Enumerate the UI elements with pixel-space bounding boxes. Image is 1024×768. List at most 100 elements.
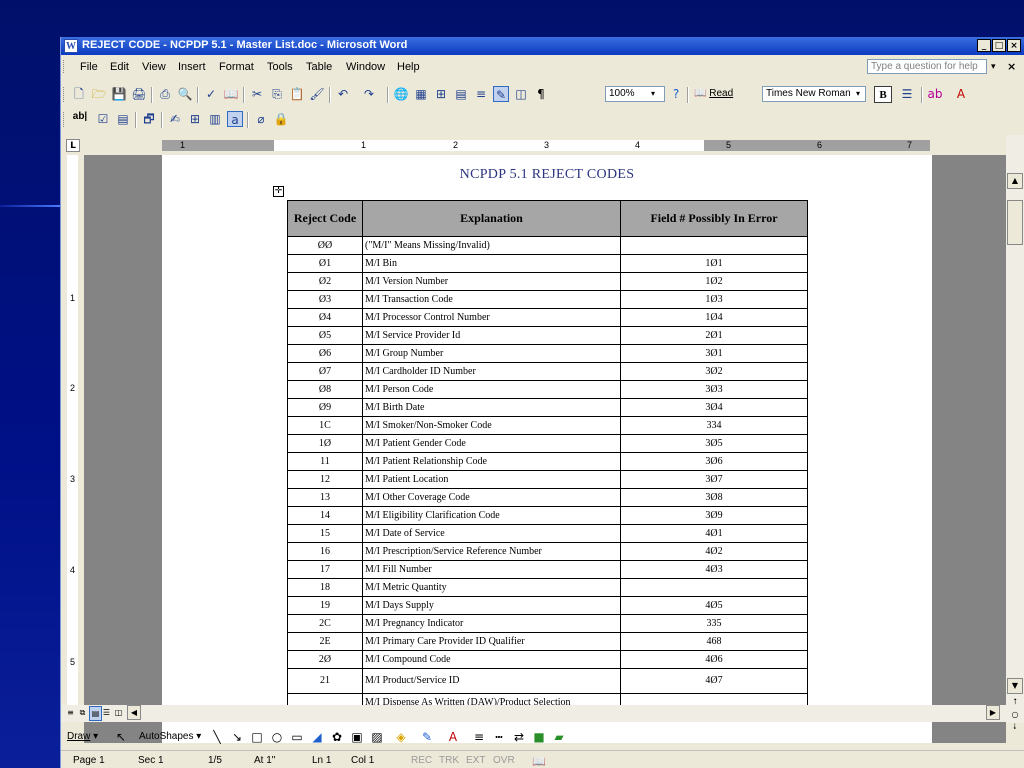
tab-selector[interactable]: L bbox=[66, 139, 80, 152]
explanation-cell[interactable]: M/I Other Coverage Code bbox=[362, 488, 621, 507]
line-style-icon[interactable]: ≡ bbox=[471, 729, 487, 745]
field-number-cell[interactable]: 3Ø8 bbox=[620, 488, 808, 507]
field-number-cell[interactable]: 3Ø9 bbox=[620, 506, 808, 525]
copy-icon[interactable]: ⎘ bbox=[269, 86, 285, 102]
field-number-cell[interactable]: 4Ø7 bbox=[620, 668, 808, 694]
3d-style-icon[interactable]: ▰ bbox=[551, 729, 567, 745]
form-field-options-icon[interactable]: 🗗 bbox=[141, 111, 157, 127]
fill-color-icon[interactable]: ◈ bbox=[393, 729, 409, 745]
draw-font-color-icon[interactable]: A bbox=[445, 729, 461, 745]
hyperlink-icon[interactable]: 🌐 bbox=[393, 86, 409, 102]
rectangle-icon[interactable]: □ bbox=[249, 729, 265, 745]
draw-menu[interactable]: Draw ▾ bbox=[67, 731, 98, 742]
explanation-cell[interactable]: M/I Date of Service bbox=[362, 524, 621, 543]
explanation-cell[interactable]: M/I Patient Location bbox=[362, 470, 621, 489]
font-color-icon[interactable]: A bbox=[953, 86, 969, 102]
field-number-cell[interactable]: 4Ø2 bbox=[620, 542, 808, 561]
highlight-icon[interactable]: ab bbox=[927, 86, 943, 102]
new-document-icon[interactable]: 🗋 bbox=[71, 86, 87, 102]
spelling-icon[interactable]: ✓ bbox=[203, 86, 219, 102]
autoshapes-menu[interactable]: AutoShapes ▾ bbox=[139, 731, 201, 742]
field-number-cell[interactable]: 334 bbox=[620, 416, 808, 435]
previous-page-icon[interactable]: ⭡ bbox=[1008, 697, 1022, 707]
field-number-cell[interactable]: 3Ø2 bbox=[620, 362, 808, 381]
clip-art-icon[interactable]: ▣ bbox=[349, 729, 365, 745]
shadow-style-icon[interactable]: ■ bbox=[531, 729, 547, 745]
explanation-cell[interactable]: M/I Pregnancy Indicator bbox=[362, 614, 621, 633]
scroll-thumb[interactable] bbox=[1007, 200, 1023, 245]
field-number-cell[interactable]: 1Ø1 bbox=[620, 254, 808, 273]
reject-code-cell[interactable]: 14 bbox=[287, 506, 363, 525]
cut-icon[interactable]: ✂ bbox=[249, 86, 265, 102]
checkbox-form-field-icon[interactable]: ☑ bbox=[95, 111, 111, 127]
horizontal-ruler[interactable]: 1 1 2 3 4 5 6 7 bbox=[162, 140, 930, 151]
reject-code-cell[interactable]: 2C bbox=[287, 614, 363, 633]
explanation-cell[interactable]: M/I Processor Control Number bbox=[362, 308, 621, 327]
reject-code-cell[interactable]: Ø5 bbox=[287, 326, 363, 345]
diagram-icon[interactable]: ✿ bbox=[329, 729, 345, 745]
drawing-icon[interactable]: ✎ bbox=[493, 86, 509, 102]
explanation-cell[interactable]: M/I Compound Code bbox=[362, 650, 621, 669]
field-number-cell[interactable]: 2Ø1 bbox=[620, 326, 808, 345]
vertical-ruler[interactable]: 1 2 3 4 5 bbox=[61, 155, 84, 705]
normal-view-icon[interactable]: ≡ bbox=[65, 706, 76, 719]
dash-style-icon[interactable]: ┅ bbox=[491, 729, 507, 745]
explanation-cell[interactable]: M/I Group Number bbox=[362, 344, 621, 363]
menu-file[interactable]: File bbox=[80, 61, 98, 73]
print-preview-icon[interactable]: 🔍 bbox=[177, 86, 193, 102]
undo-icon[interactable]: ↶ bbox=[335, 86, 351, 102]
field-number-cell[interactable]: 3Ø4 bbox=[620, 398, 808, 417]
maximize-button[interactable]: □ bbox=[992, 39, 1006, 52]
scroll-right-icon[interactable]: ▶ bbox=[986, 705, 1000, 720]
dropdown-form-field-icon[interactable]: ▤ bbox=[115, 111, 131, 127]
explanation-cell[interactable]: M/I Service Provider Id bbox=[362, 326, 621, 345]
explanation-cell[interactable]: M/I Product/Service ID bbox=[362, 668, 621, 694]
help-search-input[interactable]: Type a question for help bbox=[867, 59, 987, 74]
reject-code-cell[interactable]: Ø4 bbox=[287, 308, 363, 327]
toolbar-grip[interactable] bbox=[63, 112, 66, 127]
zoom-dropdown-icon[interactable]: ▾ bbox=[651, 89, 655, 98]
bold-button[interactable]: B bbox=[874, 86, 892, 103]
explanation-cell[interactable]: M/I Eligibility Clarification Code bbox=[362, 506, 621, 525]
insert-table-form-icon[interactable]: ⊞ bbox=[187, 111, 203, 127]
field-number-cell[interactable]: 3Ø6 bbox=[620, 452, 808, 471]
reject-code-cell[interactable]: Ø7 bbox=[287, 362, 363, 381]
select-objects-icon[interactable]: ↖ bbox=[113, 729, 129, 745]
menu-edit[interactable]: Edit bbox=[110, 61, 129, 73]
reject-code-cell[interactable]: 11 bbox=[287, 452, 363, 471]
horizontal-scrollbar[interactable]: ≡ ⧉ ▤ ☰ ◫ ◀ ▶ bbox=[61, 705, 1006, 722]
research-icon[interactable]: 📖 bbox=[223, 86, 239, 102]
vertical-scrollbar[interactable]: ▲ ▼ ⭡ ○ ⭣ bbox=[1006, 135, 1024, 731]
explanation-cell[interactable]: M/I Prescription/Service Reference Numbe… bbox=[362, 542, 621, 561]
reject-code-cell[interactable]: ØØ bbox=[287, 236, 363, 255]
line-icon[interactable]: ╲ bbox=[209, 729, 225, 745]
word-app-icon[interactable]: W bbox=[64, 39, 78, 53]
field-number-cell[interactable]: 4Ø5 bbox=[620, 596, 808, 615]
field-number-cell[interactable] bbox=[620, 578, 808, 597]
bullets-icon[interactable]: ☰ bbox=[899, 86, 915, 102]
explanation-cell[interactable]: M/I Smoker/Non-Smoker Code bbox=[362, 416, 621, 435]
field-number-cell[interactable]: 3Ø1 bbox=[620, 344, 808, 363]
explanation-cell[interactable]: ("M/I" Means Missing/Invalid) bbox=[362, 236, 621, 255]
read-button[interactable]: 📖 Read bbox=[694, 88, 733, 99]
menu-insert[interactable]: Insert bbox=[178, 61, 206, 73]
help-icon[interactable]: ? bbox=[668, 86, 684, 102]
reject-code-cell[interactable]: 1C bbox=[287, 416, 363, 435]
explanation-cell[interactable]: M/I Transaction Code bbox=[362, 290, 621, 309]
reject-code-cell[interactable]: Ø1 bbox=[287, 254, 363, 273]
insert-picture-icon[interactable]: ▨ bbox=[369, 729, 385, 745]
explanation-cell[interactable]: M/I Fill Number bbox=[362, 560, 621, 579]
open-folder-icon[interactable]: 🗁 bbox=[91, 86, 107, 102]
scroll-up-icon[interactable]: ▲ bbox=[1007, 173, 1023, 189]
line-color-icon[interactable]: ✎ bbox=[419, 729, 435, 745]
reject-code-cell[interactable]: Ø8 bbox=[287, 380, 363, 399]
insert-table-icon[interactable]: ⊞ bbox=[433, 86, 449, 102]
draw-table-icon[interactable]: ✍ bbox=[167, 111, 183, 127]
explanation-cell[interactable]: M/I Person Code bbox=[362, 380, 621, 399]
reject-code-cell[interactable]: 2Ø bbox=[287, 650, 363, 669]
reject-code-cell[interactable]: Ø2 bbox=[287, 272, 363, 291]
reject-code-cell[interactable]: Ø3 bbox=[287, 290, 363, 309]
text-box-icon[interactable]: ▭ bbox=[289, 729, 305, 745]
status-ext[interactable]: EXT bbox=[466, 755, 485, 766]
protect-form-icon[interactable]: 🔒 bbox=[273, 111, 289, 127]
